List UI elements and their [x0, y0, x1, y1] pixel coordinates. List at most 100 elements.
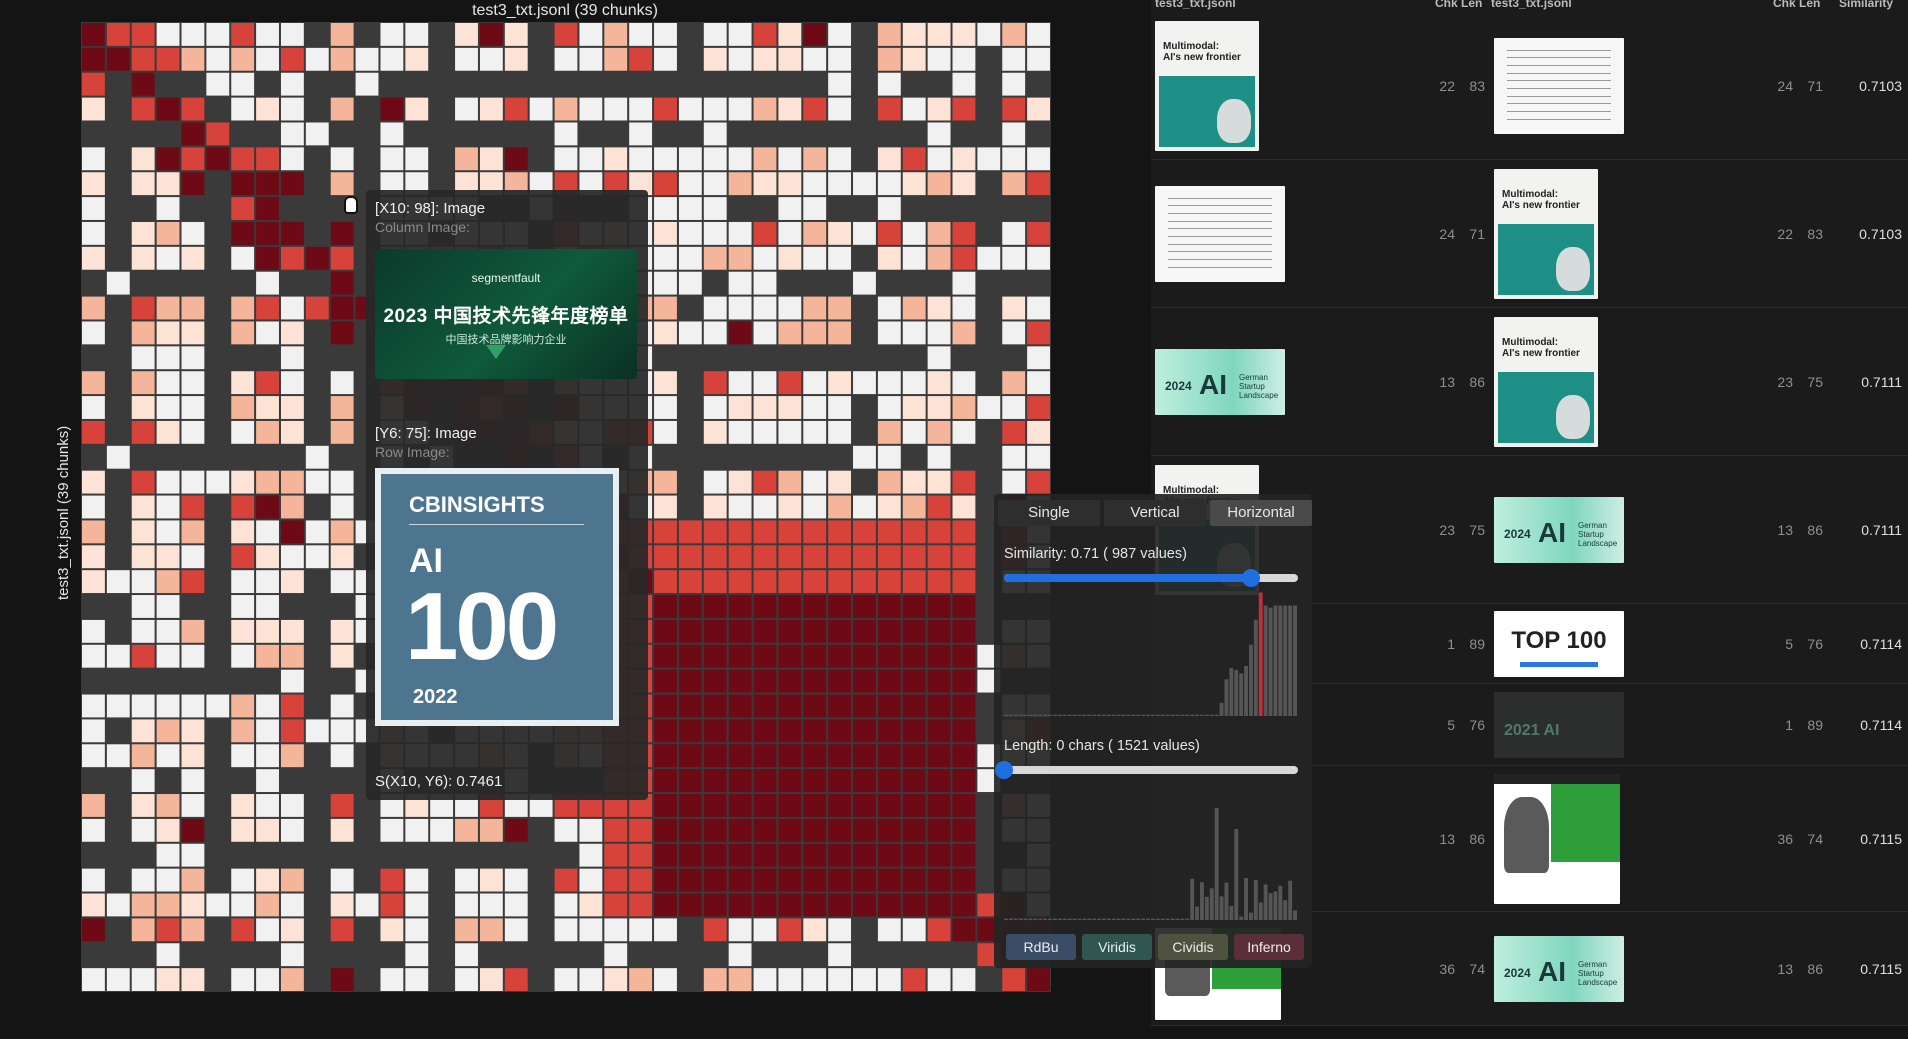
heatmap-cell[interactable] [156, 221, 180, 245]
heatmap-cell[interactable] [604, 868, 628, 892]
heatmap-cell[interactable] [181, 694, 205, 718]
heatmap-cell[interactable] [330, 122, 354, 146]
heatmap-cell[interactable] [256, 271, 279, 295]
heatmap-cell[interactable] [678, 843, 702, 867]
heatmap-cell[interactable] [405, 868, 429, 892]
heatmap-cell[interactable] [927, 595, 951, 618]
heatmap-cell[interactable] [927, 794, 951, 817]
heatmap-cell[interactable] [728, 918, 752, 942]
heatmap-cell[interactable] [952, 794, 976, 817]
heatmap-cell[interactable] [106, 23, 130, 46]
heatmap-cell[interactable] [82, 669, 105, 693]
heatmap-cell[interactable] [280, 122, 304, 146]
row-thumb-b[interactable]: 2024 AI German Startup Landscape [1494, 936, 1624, 1002]
tab-horizontal[interactable]: Horizontal [1210, 500, 1312, 526]
heatmap-cell[interactable] [82, 818, 105, 842]
heatmap-cell[interactable] [927, 97, 951, 121]
heatmap-cell[interactable] [504, 943, 528, 967]
heatmap-cell[interactable] [305, 396, 329, 419]
heatmap-cell[interactable] [678, 271, 702, 295]
heatmap-cell[interactable] [380, 868, 404, 892]
heatmap-cell[interactable] [753, 371, 777, 395]
heatmap-cell[interactable] [977, 197, 1001, 220]
heatmap-cell[interactable] [604, 97, 628, 121]
heatmap-cell[interactable] [728, 843, 752, 867]
heatmap-cell[interactable] [479, 72, 503, 96]
heatmap-cell[interactable] [902, 520, 926, 544]
heatmap-cell[interactable] [1027, 122, 1050, 146]
heatmap-cell[interactable] [853, 445, 876, 469]
heatmap-cell[interactable] [703, 719, 727, 743]
heatmap-cell[interactable] [728, 420, 752, 444]
heatmap-cell[interactable] [778, 172, 802, 196]
heatmap-cell[interactable] [927, 72, 951, 96]
colormap-rdbu-button[interactable]: RdBu [1006, 934, 1076, 960]
heatmap-cell[interactable] [280, 644, 304, 668]
heatmap-cell[interactable] [156, 843, 180, 867]
heatmap-cell[interactable] [579, 147, 603, 171]
heatmap-cell[interactable] [728, 644, 752, 668]
heatmap-cell[interactable] [828, 122, 852, 146]
heatmap-cell[interactable] [703, 570, 727, 594]
heatmap-cell[interactable] [853, 221, 876, 245]
row-thumb-a[interactable]: 2024 AI German Startup Landscape [1155, 349, 1285, 415]
heatmap-cell[interactable] [256, 694, 279, 718]
heatmap-cell[interactable] [554, 122, 578, 146]
heatmap-cell[interactable] [106, 97, 130, 121]
heatmap-cell[interactable] [156, 147, 180, 171]
heatmap-cell[interactable] [305, 346, 329, 370]
heatmap-cell[interactable] [330, 570, 354, 594]
heatmap-cell[interactable] [1027, 23, 1050, 46]
heatmap-cell[interactable] [82, 769, 105, 793]
heatmap-cell[interactable] [753, 794, 777, 817]
heatmap-cell[interactable] [280, 371, 304, 395]
heatmap-cell[interactable] [131, 744, 155, 768]
heatmap-cell[interactable] [629, 893, 653, 917]
heatmap-cell[interactable] [106, 545, 130, 569]
heatmap-cell[interactable] [579, 72, 603, 96]
heatmap-cell[interactable] [703, 744, 727, 768]
heatmap-cell[interactable] [753, 769, 777, 793]
heatmap-cell[interactable] [131, 893, 155, 917]
heatmap-cell[interactable] [504, 122, 528, 146]
heatmap-cell[interactable] [877, 769, 901, 793]
heatmap-cell[interactable] [156, 968, 180, 991]
heatmap-cell[interactable] [828, 794, 852, 817]
heatmap-cell[interactable] [728, 719, 752, 743]
heatmap-cell[interactable] [504, 147, 528, 171]
heatmap-cell[interactable] [256, 470, 279, 494]
heatmap-cell[interactable] [82, 719, 105, 743]
heatmap-cell[interactable] [927, 172, 951, 196]
heatmap-cell[interactable] [579, 843, 603, 867]
heatmap-cell[interactable] [330, 744, 354, 768]
length-slider[interactable] [995, 761, 1298, 779]
heatmap-cell[interactable] [181, 296, 205, 320]
colormap-cividis-button[interactable]: Cividis [1158, 934, 1228, 960]
heatmap-cell[interactable] [753, 97, 777, 121]
heatmap-cell[interactable] [131, 470, 155, 494]
heatmap-cell[interactable] [853, 47, 876, 71]
heatmap-cell[interactable] [753, 396, 777, 419]
heatmap-cell[interactable] [828, 843, 852, 867]
heatmap-cell[interactable] [181, 495, 205, 519]
heatmap-cell[interactable] [305, 968, 329, 991]
heatmap-cell[interactable] [1027, 147, 1050, 171]
heatmap-cell[interactable] [902, 495, 926, 519]
heatmap-cell[interactable] [853, 545, 876, 569]
heatmap-cell[interactable] [828, 570, 852, 594]
heatmap-cell[interactable] [753, 744, 777, 768]
heatmap-cell[interactable] [927, 893, 951, 917]
heatmap-cell[interactable] [206, 495, 230, 519]
heatmap-cell[interactable] [1027, 371, 1050, 395]
heatmap-cell[interactable] [828, 97, 852, 121]
heatmap-cell[interactable] [703, 595, 727, 618]
heatmap-cell[interactable] [280, 172, 304, 196]
heatmap-cell[interactable] [952, 520, 976, 544]
heatmap-cell[interactable] [803, 595, 827, 618]
heatmap-cell[interactable] [1027, 396, 1050, 419]
heatmap-cell[interactable] [305, 420, 329, 444]
heatmap-cell[interactable] [902, 23, 926, 46]
heatmap-cell[interactable] [231, 843, 255, 867]
heatmap-cell[interactable] [256, 619, 279, 643]
heatmap-cell[interactable] [256, 346, 279, 370]
